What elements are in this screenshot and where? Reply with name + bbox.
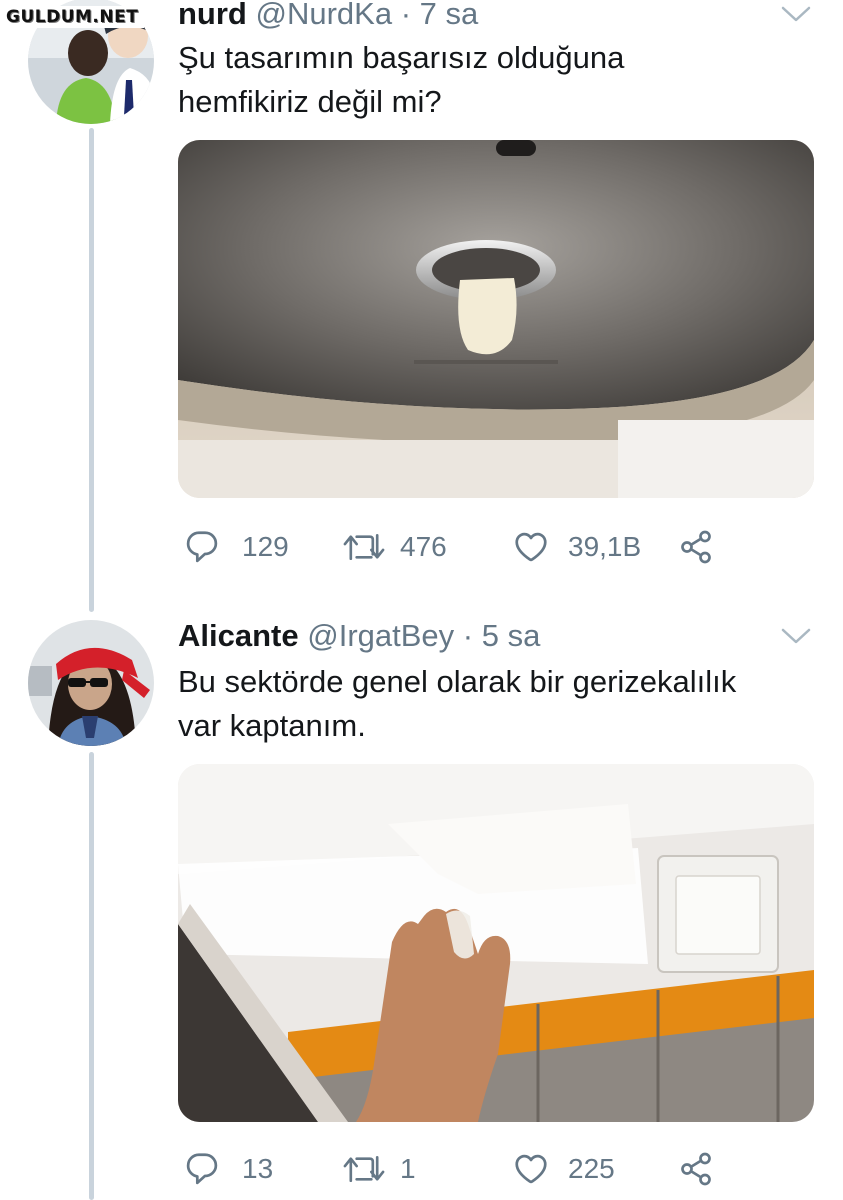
tweet-actions: 13 1 225 [178,1144,818,1194]
tweet-text: Şu tasarımın başarısız olduğuna hemfikir… [178,36,818,124]
separator-dot: · [462,618,474,653]
tweet-actions: 129 476 39,1B [178,522,818,572]
thread-line [89,128,94,612]
share-button[interactable] [676,522,716,572]
like-count: 225 [568,1153,615,1184]
avatar[interactable] [28,620,154,746]
tweet-photo[interactable] [178,764,814,1122]
display-name[interactable]: nurd [178,0,247,31]
chevron-down-icon[interactable] [780,626,812,646]
share-button[interactable] [676,1144,716,1194]
like-button[interactable]: 225 [512,1144,615,1194]
tweet-header: Alicante @IrgatBey · 5 sa [178,616,540,656]
retweet-count: 476 [400,531,447,562]
share-icon [681,530,711,564]
retweet-button[interactable]: 476 [342,522,447,572]
user-handle[interactable]: @NurdKa [256,0,393,31]
reply-count: 129 [242,531,289,562]
reply-icon [186,531,218,563]
user-handle[interactable]: @IrgatBey [307,618,454,653]
separator-dot: · [400,0,412,31]
tweet-text-line: Bu sektörde genel olarak bir gerizekalıl… [178,664,737,699]
retweet-button[interactable]: 1 [342,1144,416,1194]
retweet-icon [343,1155,385,1183]
tweet-text: Bu sektörde genel olarak bir gerizekalıl… [178,660,818,748]
tweet-header: nurd @NurdKa · 7 sa [178,0,478,34]
like-count: 39,1B [568,531,642,562]
heart-icon [515,532,547,562]
tweet-text-line: Şu tasarımın başarısız olduğuna [178,40,625,75]
share-icon [681,1152,711,1186]
chevron-down-icon[interactable] [780,4,812,24]
sink-dispenser-photo [178,140,814,498]
tweet-text-line: var kaptanım. [178,708,366,743]
like-button[interactable]: 39,1B [512,522,641,572]
reply-icon [186,1153,218,1185]
timestamp[interactable]: 7 sa [420,0,479,31]
reply-button[interactable]: 13 [184,1144,273,1194]
display-name[interactable]: Alicante [178,618,299,653]
avatar-image [28,620,154,746]
site-watermark: GULDUM.NET [0,6,145,28]
reply-count: 13 [242,1153,274,1184]
hand-paper-towel-photo [178,764,814,1122]
heart-icon [515,1154,547,1184]
tweet-photo[interactable] [178,140,814,498]
tweet-text-line: hemfikiriz değil mi? [178,84,442,119]
thread-line [89,752,94,1200]
retweet-icon [343,533,385,561]
reply-button[interactable]: 129 [184,522,289,572]
timestamp[interactable]: 5 sa [482,618,541,653]
retweet-count: 1 [400,1153,416,1184]
